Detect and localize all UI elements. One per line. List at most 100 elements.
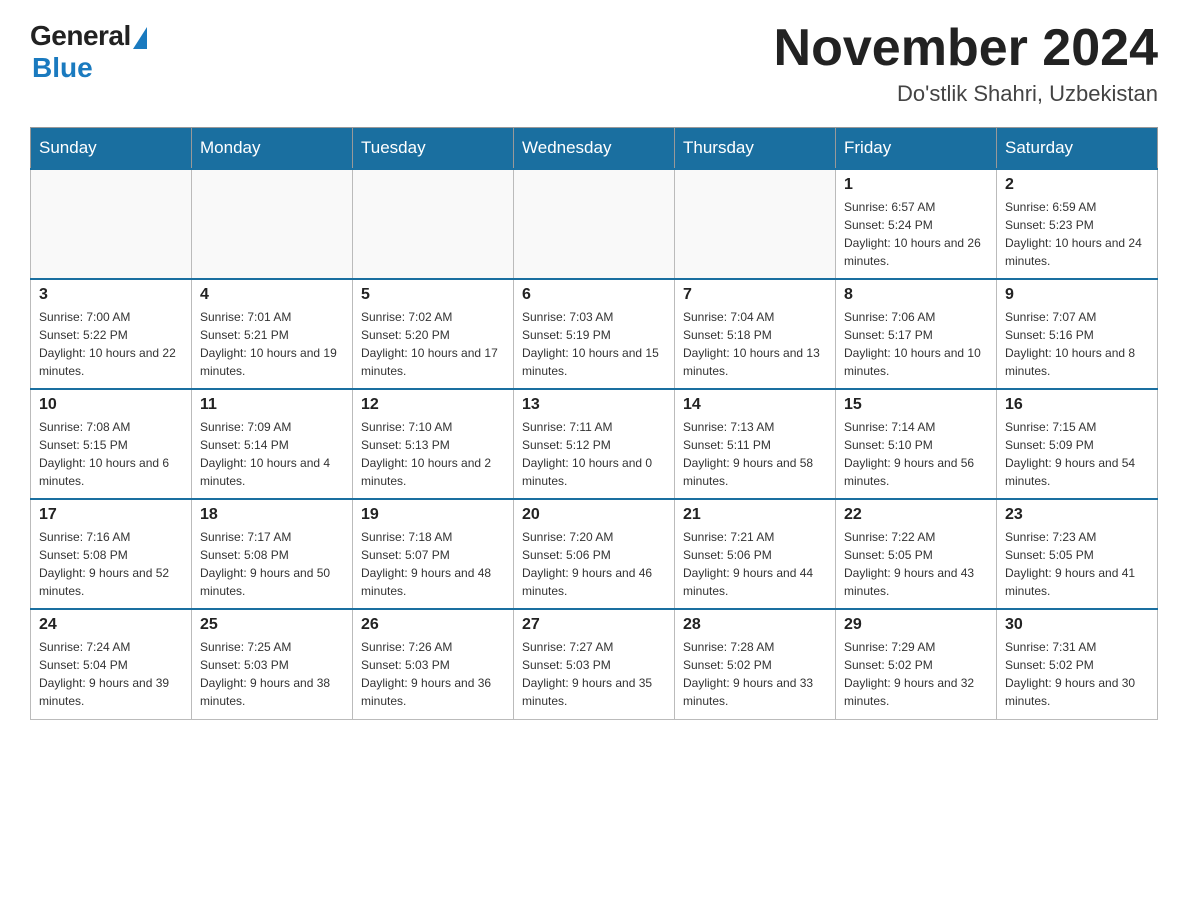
calendar-cell: 16Sunrise: 7:15 AM Sunset: 5:09 PM Dayli… xyxy=(997,389,1158,499)
day-number: 11 xyxy=(200,396,344,414)
day-info: Sunrise: 7:18 AM Sunset: 5:07 PM Dayligh… xyxy=(361,528,505,600)
day-number: 2 xyxy=(1005,176,1149,194)
day-number: 7 xyxy=(683,286,827,304)
calendar-cell: 17 Sunrise: 7:16 AM Sunset: 5:08 PM Dayli… xyxy=(31,499,192,609)
day-number: 6 xyxy=(522,286,666,304)
day-info: Sunrise: 7:08 AM Sunset: 5:15 PM Dayligh… xyxy=(39,418,183,490)
calendar-cell: 8 Sunrise: 7:06 AM Sunset: 5:17 PM Daylig… xyxy=(836,279,997,389)
calendar-cell: 5 Sunrise: 7:02 AM Sunset: 5:20 PM Daylig… xyxy=(353,279,514,389)
calendar-cell: 1 Sunrise: 6:57 AM Sunset: 5:24 PM Daylig… xyxy=(836,169,997,279)
calendar-cell: 25 Sunrise: 7:25 AM Sunset: 5:03 PM Dayli… xyxy=(192,609,353,719)
calendar-cell: 30Sunrise: 7:31 AM Sunset: 5:02 PM Dayli… xyxy=(997,609,1158,719)
calendar-cell: 13 Sunrise: 7:11 AM Sunset: 5:12 PM Dayli… xyxy=(514,389,675,499)
day-number: 23 xyxy=(1005,506,1149,524)
day-info: Sunrise: 7:10 AM Sunset: 5:13 PM Dayligh… xyxy=(361,418,505,490)
day-info: Sunrise: 7:23 AM Sunset: 5:05 PM Dayligh… xyxy=(1005,528,1149,600)
calendar-cell xyxy=(514,169,675,279)
logo-blue-text: Blue xyxy=(32,52,93,84)
calendar-cell: 18 Sunrise: 7:17 AM Sunset: 5:08 PM Dayli… xyxy=(192,499,353,609)
calendar-cell: 19 Sunrise: 7:18 AM Sunset: 5:07 PM Dayli… xyxy=(353,499,514,609)
location-title: Do'stlik Shahri, Uzbekistan xyxy=(774,81,1158,107)
weekday-header-row: SundayMondayTuesdayWednesdayThursdayFrid… xyxy=(31,128,1158,170)
weekday-header-tuesday: Tuesday xyxy=(353,128,514,170)
day-info: Sunrise: 7:24 AM Sunset: 5:04 PM Dayligh… xyxy=(39,638,183,710)
calendar-cell xyxy=(675,169,836,279)
title-area: November 2024 Do'stlik Shahri, Uzbekista… xyxy=(774,20,1158,107)
day-info: Sunrise: 7:13 AM Sunset: 5:11 PM Dayligh… xyxy=(683,418,827,490)
day-info: Sunrise: 7:09 AM Sunset: 5:14 PM Dayligh… xyxy=(200,418,344,490)
day-number: 16 xyxy=(1005,396,1149,414)
day-info: Sunrise: 7:16 AM Sunset: 5:08 PM Dayligh… xyxy=(39,528,183,600)
calendar-cell: 11 Sunrise: 7:09 AM Sunset: 5:14 PM Dayli… xyxy=(192,389,353,499)
day-number: 19 xyxy=(361,506,505,524)
day-info: Sunrise: 7:04 AM Sunset: 5:18 PM Dayligh… xyxy=(683,308,827,380)
calendar-cell: 27Sunrise: 7:27 AM Sunset: 5:03 PM Dayli… xyxy=(514,609,675,719)
calendar-cell: 23 Sunrise: 7:23 AM Sunset: 5:05 PM Dayli… xyxy=(997,499,1158,609)
calendar-cell: 9 Sunrise: 7:07 AM Sunset: 5:16 PM Daylig… xyxy=(997,279,1158,389)
day-info: Sunrise: 7:31 AM Sunset: 5:02 PM Dayligh… xyxy=(1005,638,1149,710)
day-info: Sunrise: 7:17 AM Sunset: 5:08 PM Dayligh… xyxy=(200,528,344,600)
logo-general-text: General xyxy=(30,20,131,52)
calendar-cell xyxy=(192,169,353,279)
day-number: 25 xyxy=(200,616,344,634)
calendar-cell: 15Sunrise: 7:14 AM Sunset: 5:10 PM Dayli… xyxy=(836,389,997,499)
weekday-header-friday: Friday xyxy=(836,128,997,170)
day-number: 9 xyxy=(1005,286,1149,304)
day-number: 29 xyxy=(844,616,988,634)
week-row-4: 17 Sunrise: 7:16 AM Sunset: 5:08 PM Dayli… xyxy=(31,499,1158,609)
day-number: 15 xyxy=(844,396,988,414)
day-number: 12 xyxy=(361,396,505,414)
day-number: 21 xyxy=(683,506,827,524)
calendar-cell: 6 Sunrise: 7:03 AM Sunset: 5:19 PM Daylig… xyxy=(514,279,675,389)
day-number: 8 xyxy=(844,286,988,304)
day-info: Sunrise: 7:02 AM Sunset: 5:20 PM Dayligh… xyxy=(361,308,505,380)
day-number: 17 xyxy=(39,506,183,524)
day-number: 13 xyxy=(522,396,666,414)
day-number: 24 xyxy=(39,616,183,634)
day-info: Sunrise: 7:03 AM Sunset: 5:19 PM Dayligh… xyxy=(522,308,666,380)
day-number: 18 xyxy=(200,506,344,524)
day-number: 22 xyxy=(844,506,988,524)
day-info: Sunrise: 7:06 AM Sunset: 5:17 PM Dayligh… xyxy=(844,308,988,380)
calendar-table: SundayMondayTuesdayWednesdayThursdayFrid… xyxy=(30,127,1158,720)
calendar-cell: 7 Sunrise: 7:04 AM Sunset: 5:18 PM Daylig… xyxy=(675,279,836,389)
calendar-cell: 21Sunrise: 7:21 AM Sunset: 5:06 PM Dayli… xyxy=(675,499,836,609)
day-number: 5 xyxy=(361,286,505,304)
week-row-2: 3Sunrise: 7:00 AM Sunset: 5:22 PM Daylig… xyxy=(31,279,1158,389)
calendar-cell xyxy=(353,169,514,279)
day-info: Sunrise: 7:11 AM Sunset: 5:12 PM Dayligh… xyxy=(522,418,666,490)
day-info: Sunrise: 6:59 AM Sunset: 5:23 PM Dayligh… xyxy=(1005,198,1149,270)
day-number: 14 xyxy=(683,396,827,414)
day-number: 28 xyxy=(683,616,827,634)
day-number: 20 xyxy=(522,506,666,524)
day-number: 1 xyxy=(844,176,988,194)
calendar-cell: 14 Sunrise: 7:13 AM Sunset: 5:11 PM Dayli… xyxy=(675,389,836,499)
day-info: Sunrise: 7:29 AM Sunset: 5:02 PM Dayligh… xyxy=(844,638,988,710)
calendar-cell: 28 Sunrise: 7:28 AM Sunset: 5:02 PM Dayli… xyxy=(675,609,836,719)
logo: General Blue xyxy=(30,20,147,84)
day-info: Sunrise: 7:07 AM Sunset: 5:16 PM Dayligh… xyxy=(1005,308,1149,380)
calendar-cell: 22 Sunrise: 7:22 AM Sunset: 5:05 PM Dayli… xyxy=(836,499,997,609)
day-info: Sunrise: 7:22 AM Sunset: 5:05 PM Dayligh… xyxy=(844,528,988,600)
calendar-cell: 2 Sunrise: 6:59 AM Sunset: 5:23 PM Daylig… xyxy=(997,169,1158,279)
week-row-1: 1 Sunrise: 6:57 AM Sunset: 5:24 PM Daylig… xyxy=(31,169,1158,279)
calendar-cell: 20Sunrise: 7:20 AM Sunset: 5:06 PM Dayli… xyxy=(514,499,675,609)
weekday-header-saturday: Saturday xyxy=(997,128,1158,170)
day-info: Sunrise: 7:01 AM Sunset: 5:21 PM Dayligh… xyxy=(200,308,344,380)
day-number: 10 xyxy=(39,396,183,414)
day-info: Sunrise: 7:26 AM Sunset: 5:03 PM Dayligh… xyxy=(361,638,505,710)
day-info: Sunrise: 7:28 AM Sunset: 5:02 PM Dayligh… xyxy=(683,638,827,710)
weekday-header-thursday: Thursday xyxy=(675,128,836,170)
day-info: Sunrise: 7:00 AM Sunset: 5:22 PM Dayligh… xyxy=(39,308,183,380)
day-info: Sunrise: 6:57 AM Sunset: 5:24 PM Dayligh… xyxy=(844,198,988,270)
month-title: November 2024 xyxy=(774,20,1158,77)
calendar-cell: 10 Sunrise: 7:08 AM Sunset: 5:15 PM Dayli… xyxy=(31,389,192,499)
calendar-cell: 4Sunrise: 7:01 AM Sunset: 5:21 PM Daylig… xyxy=(192,279,353,389)
calendar-cell: 24 Sunrise: 7:24 AM Sunset: 5:04 PM Dayli… xyxy=(31,609,192,719)
calendar-cell xyxy=(31,169,192,279)
day-info: Sunrise: 7:25 AM Sunset: 5:03 PM Dayligh… xyxy=(200,638,344,710)
weekday-header-sunday: Sunday xyxy=(31,128,192,170)
calendar-cell: 3Sunrise: 7:00 AM Sunset: 5:22 PM Daylig… xyxy=(31,279,192,389)
calendar-cell: 12 Sunrise: 7:10 AM Sunset: 5:13 PM Dayli… xyxy=(353,389,514,499)
week-row-5: 24 Sunrise: 7:24 AM Sunset: 5:04 PM Dayli… xyxy=(31,609,1158,719)
